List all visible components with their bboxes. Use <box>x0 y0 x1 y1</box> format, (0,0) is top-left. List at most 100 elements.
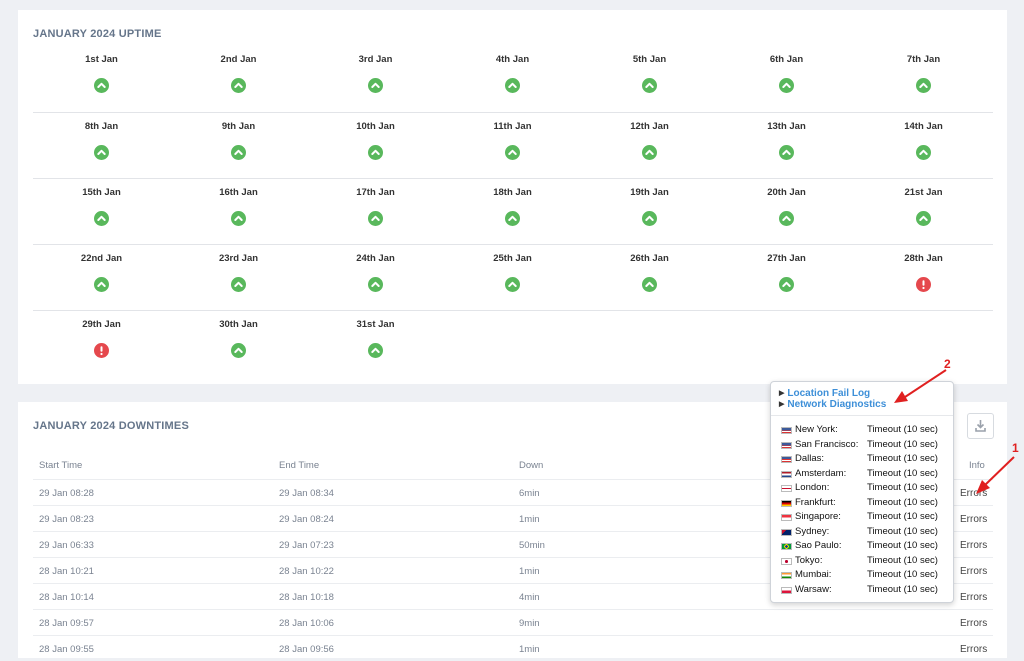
errors-link[interactable]: Errors <box>960 488 987 499</box>
uptime-panel: JANUARY 2024 UPTIME 1st Jan 2nd Jan 3rd Ja… <box>18 10 1007 384</box>
calendar-day[interactable]: 15th Jan <box>33 179 170 244</box>
status-up-icon[interactable] <box>505 145 520 160</box>
day-label: 4th Jan <box>495 54 530 65</box>
calendar-day[interactable]: 20th Jan <box>718 179 855 244</box>
calendar-day[interactable]: 21st Jan <box>855 179 992 244</box>
calendar-day[interactable]: 22nd Jan <box>33 245 170 310</box>
day-label: 24th Jan <box>356 253 395 264</box>
flag-gb-icon <box>781 485 792 492</box>
start-time-cell: 28 Jan 10:21 <box>39 566 94 577</box>
location-status: Timeout (10 sec) <box>867 525 938 537</box>
status-up-icon[interactable] <box>368 78 383 93</box>
calendar-day[interactable]: 24th Jan <box>307 245 444 310</box>
flag-de-icon <box>781 499 792 507</box>
status-up-icon[interactable] <box>916 78 931 93</box>
uptime-title: JANUARY 2024 UPTIME <box>33 28 162 40</box>
download-button[interactable] <box>967 413 994 439</box>
status-up-icon[interactable] <box>231 211 246 226</box>
errors-link[interactable]: Errors <box>960 618 987 629</box>
down-cell: 4min <box>519 592 540 603</box>
errors-link[interactable]: Errors <box>960 566 987 577</box>
status-up-icon[interactable] <box>642 78 657 93</box>
calendar-day[interactable]: 11th Jan <box>444 113 581 178</box>
status-up-icon[interactable] <box>505 78 520 93</box>
end-time-cell: 29 Jan 08:34 <box>279 488 334 499</box>
status-up-icon[interactable] <box>231 277 246 292</box>
calendar-day[interactable]: 25th Jan <box>444 245 581 310</box>
calendar-week: 1st Jan 2nd Jan 3rd Jan 4th Jan 5th Jan 6th J… <box>33 46 993 112</box>
down-cell: 1min <box>519 566 540 577</box>
calendar-day[interactable]: 27th Jan <box>718 245 855 310</box>
location-status: Timeout (10 sec) <box>867 453 938 464</box>
calendar-day[interactable]: 5th Jan <box>581 46 718 112</box>
status-up-icon[interactable] <box>368 277 383 292</box>
calendar-day[interactable]: 23rd Jan <box>170 245 307 310</box>
errors-link[interactable]: Errors <box>960 644 987 655</box>
calendar-day[interactable]: 8th Jan <box>33 113 170 178</box>
day-label: 27th Jan <box>767 253 806 264</box>
status-error-icon[interactable] <box>916 277 931 292</box>
status-up-icon[interactable] <box>94 145 109 160</box>
calendar-day[interactable]: 30th Jan <box>170 311 307 376</box>
status-up-icon[interactable] <box>505 211 520 226</box>
day-label: 15th Jan <box>82 187 121 198</box>
calendar-day[interactable]: 1st Jan <box>33 46 170 112</box>
day-label: 26th Jan <box>630 253 669 264</box>
status-error-icon[interactable] <box>94 343 109 358</box>
calendar-day[interactable]: 10th Jan <box>307 113 444 178</box>
calendar-day[interactable]: 12th Jan <box>581 113 718 178</box>
status-up-icon[interactable] <box>779 277 794 292</box>
calendar-day[interactable]: 2nd Jan <box>170 46 307 112</box>
calendar-day[interactable]: 26th Jan <box>581 245 718 310</box>
status-up-icon[interactable] <box>505 277 520 292</box>
end-time-cell: 28 Jan 10:18 <box>279 592 334 603</box>
calendar-day[interactable]: 28th Jan <box>855 245 992 310</box>
status-up-icon[interactable] <box>94 277 109 292</box>
status-up-icon[interactable] <box>368 343 383 358</box>
location-name: London: <box>795 482 830 493</box>
location-name: San Francisco: <box>795 438 859 450</box>
network-diagnostics-link[interactable]: ▶ Network Diagnostics <box>779 399 886 410</box>
status-up-icon[interactable] <box>779 211 794 226</box>
calendar-day[interactable]: 6th Jan <box>718 46 855 112</box>
start-time-cell: 29 Jan 08:28 <box>39 488 94 499</box>
calendar-day[interactable]: 19th Jan <box>581 179 718 244</box>
status-up-icon[interactable] <box>642 277 657 292</box>
status-up-icon[interactable] <box>642 211 657 226</box>
errors-link[interactable]: Errors <box>960 592 987 603</box>
network-diagnostics-label: Network Diagnostics <box>787 399 887 410</box>
calendar-day[interactable]: 4th Jan <box>444 46 581 112</box>
calendar-day[interactable]: 13th Jan <box>718 113 855 178</box>
status-up-icon[interactable] <box>231 145 246 160</box>
location-fail-log-link[interactable]: ▶ Location Fail Log <box>779 388 886 399</box>
status-up-icon[interactable] <box>368 211 383 226</box>
location-name: Sao Paulo: <box>795 540 842 551</box>
calendar-day[interactable]: 16th Jan <box>170 179 307 244</box>
calendar-day[interactable]: 9th Jan <box>170 113 307 178</box>
end-time-cell: 28 Jan 10:22 <box>279 566 334 577</box>
calendar-day[interactable]: 31st Jan <box>307 311 444 376</box>
status-up-icon[interactable] <box>916 145 931 160</box>
status-up-icon[interactable] <box>779 145 794 160</box>
status-up-icon[interactable] <box>368 145 383 160</box>
errors-link[interactable]: Errors <box>960 540 987 551</box>
calendar-day[interactable]: 7th Jan <box>855 46 992 112</box>
location-name: Tokyo: <box>795 554 823 566</box>
calendar-day[interactable]: 17th Jan <box>307 179 444 244</box>
location-name: Singapore: <box>795 511 841 522</box>
calendar-day[interactable]: 14th Jan <box>855 113 992 178</box>
status-up-icon[interactable] <box>231 78 246 93</box>
location-row: Dallas: Timeout (10 sec) <box>781 453 951 468</box>
status-up-icon[interactable] <box>916 211 931 226</box>
status-up-icon[interactable] <box>94 78 109 93</box>
status-up-icon[interactable] <box>779 78 794 93</box>
calendar-day[interactable]: 18th Jan <box>444 179 581 244</box>
status-up-icon[interactable] <box>642 145 657 160</box>
status-up-icon[interactable] <box>94 211 109 226</box>
calendar-day[interactable]: 29th Jan <box>33 311 170 376</box>
flag-au-icon <box>781 528 792 536</box>
location-row: Amsterdam: Timeout (10 sec) <box>781 468 951 483</box>
errors-link[interactable]: Errors <box>960 514 987 525</box>
status-up-icon[interactable] <box>231 343 246 358</box>
calendar-day[interactable]: 3rd Jan <box>307 46 444 112</box>
